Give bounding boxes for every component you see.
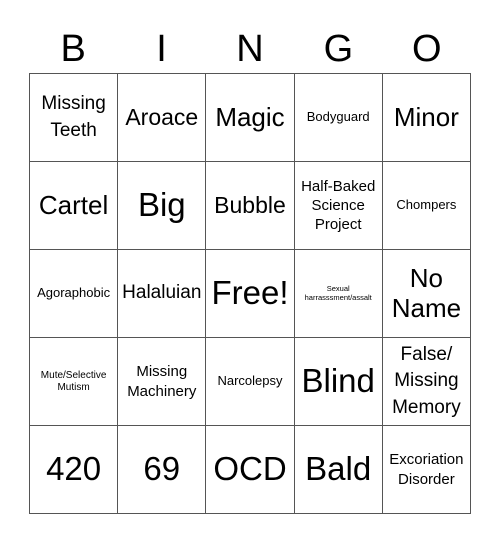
bingo-grid: Missing Teeth Aroace Magic Bodyguard Min…	[29, 73, 471, 514]
header-letter-n: N	[236, 28, 264, 70]
bingo-cell[interactable]: Bald	[294, 426, 383, 514]
bingo-cell[interactable]: Agoraphobic	[30, 250, 119, 338]
bingo-cell[interactable]: Half-Baked Science Project	[294, 162, 383, 250]
bingo-cell[interactable]: Halaluian	[118, 250, 207, 338]
bingo-cell[interactable]: Aroace	[118, 74, 207, 162]
bingo-cell[interactable]: Bodyguard	[294, 74, 383, 162]
bingo-cell[interactable]: Bubble	[206, 162, 295, 250]
bingo-cell[interactable]: Mute/Selective Mutism	[30, 338, 119, 426]
bingo-cell[interactable]: Sexual harrasssment/assalt	[294, 250, 383, 338]
bingo-cell[interactable]: Minor	[382, 74, 471, 162]
bingo-cell[interactable]: False/ Missing Memory	[382, 338, 471, 426]
bingo-cell[interactable]: Narcolepsy	[206, 338, 295, 426]
bingo-cell[interactable]: Cartel	[30, 162, 119, 250]
bingo-cell[interactable]: Missing Machinery	[118, 338, 207, 426]
header-letter-b: B	[60, 28, 86, 70]
bingo-cell[interactable]: OCD	[206, 426, 295, 514]
header-letter-g: G	[323, 28, 354, 70]
bingo-cell[interactable]: Excoriation Disorder	[382, 426, 471, 514]
header-letter-o: O	[411, 28, 442, 70]
bingo-cell[interactable]: Blind	[294, 338, 383, 426]
bingo-cell[interactable]: Missing Teeth	[30, 74, 119, 162]
free-space-cell[interactable]: Free!	[206, 250, 295, 338]
bingo-cell[interactable]: Big	[118, 162, 207, 250]
bingo-cell[interactable]: No Name	[382, 250, 471, 338]
header-letter-i: I	[156, 28, 167, 70]
bingo-header: B I N G O	[29, 24, 471, 74]
bingo-cell[interactable]: Chompers	[382, 162, 471, 250]
bingo-cell[interactable]: 69	[118, 426, 207, 514]
bingo-cell[interactable]: Magic	[206, 74, 295, 162]
bingo-cell[interactable]: 420	[30, 426, 119, 514]
